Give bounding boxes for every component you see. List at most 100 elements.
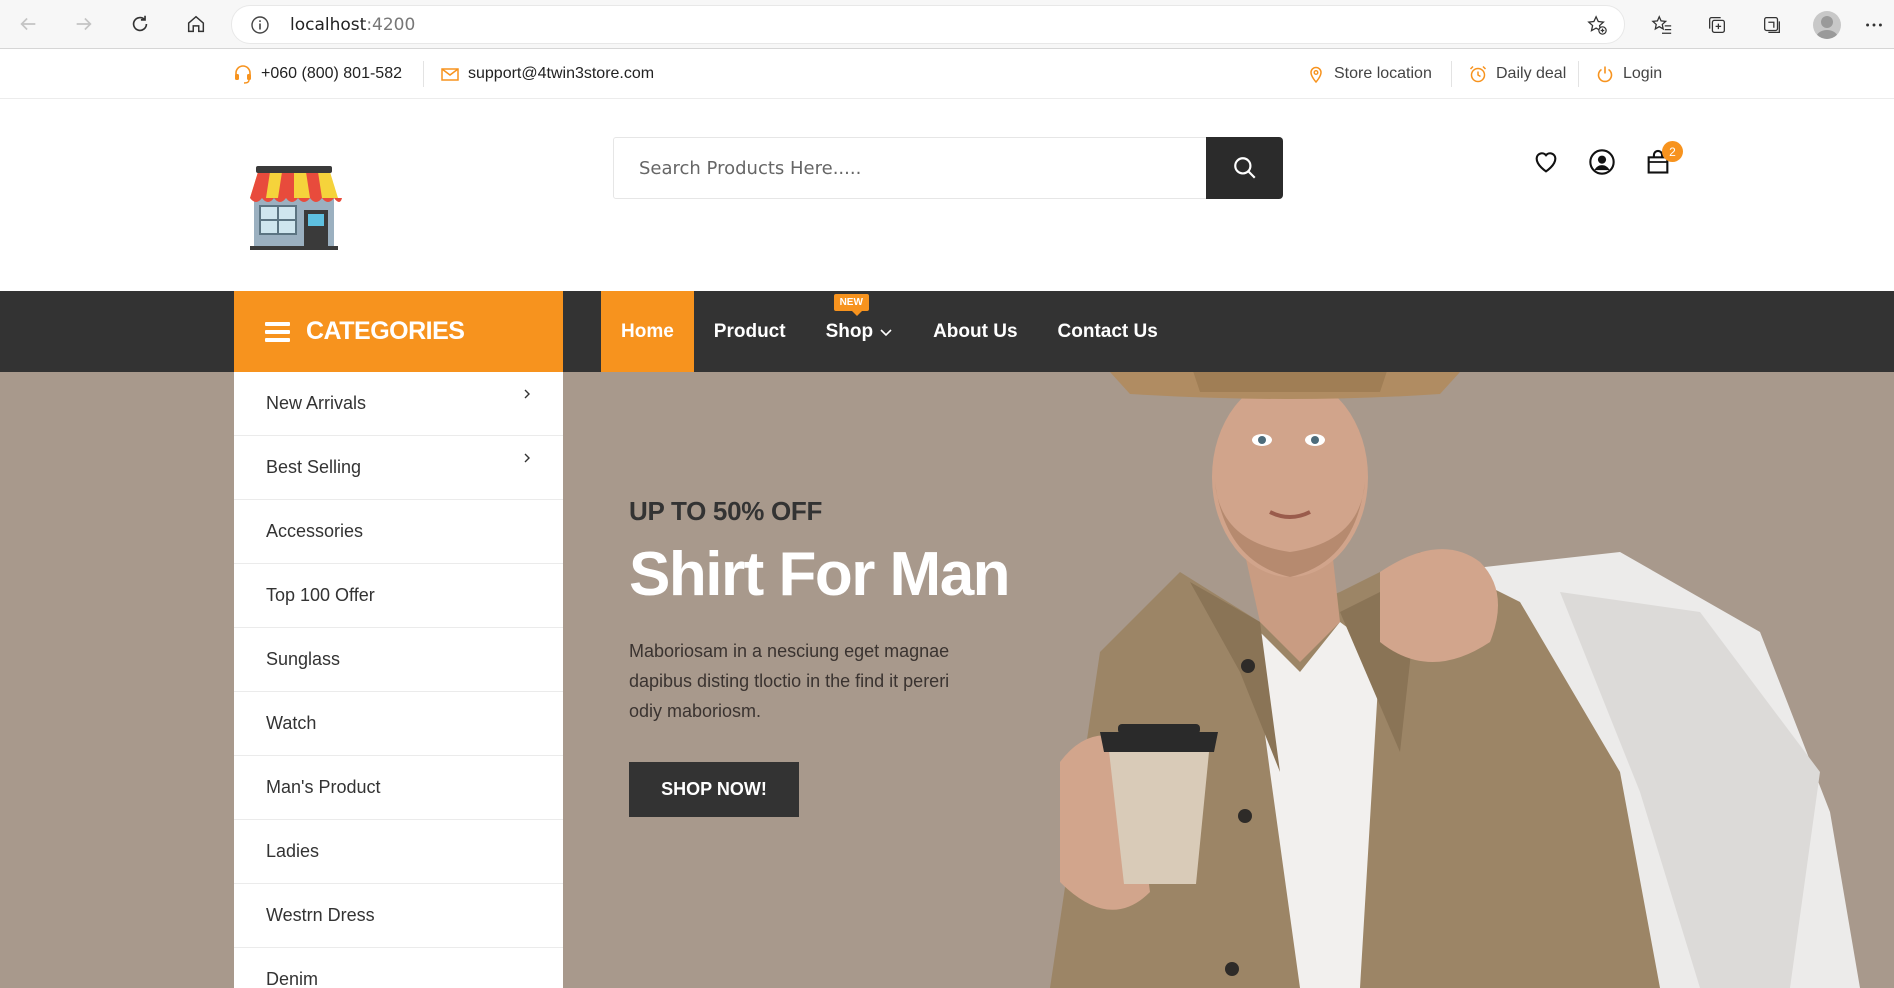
category-label: Man's Product [266,777,381,797]
category-item[interactable]: Accessories [234,500,563,564]
more-icon [1866,23,1882,26]
search-icon [1233,157,1256,179]
nav-home[interactable]: Home [601,291,694,372]
category-item[interactable]: Westrn Dress [234,884,563,948]
chevron-right-icon [524,389,530,399]
category-item[interactable]: Sunglass [234,628,563,692]
wishlist-button[interactable] [1518,148,1574,176]
category-item[interactable]: New Arrivals [234,372,563,436]
nav-label: About Us [933,320,1018,342]
nav-label: Contact Us [1057,320,1158,342]
product-search [613,137,1283,199]
nav-product[interactable]: Product [694,291,806,372]
refresh-icon [132,15,148,32]
favorites-button[interactable] [1634,14,1689,36]
address-bar[interactable]: localhost:4200 [232,6,1624,43]
login-link[interactable]: Login [1595,49,1662,99]
category-label: Accessories [266,521,364,541]
refresh-button[interactable] [112,0,168,49]
site-info-icon[interactable] [250,15,270,35]
category-label: Watch [266,713,317,733]
storefront-icon [250,166,342,250]
login-label: Login [1623,65,1663,82]
category-label: Top 100 Offer [266,585,375,605]
nav-shop[interactable]: NEW Shop [806,291,914,372]
category-list: New Arrivals Best Selling Accessories To… [234,372,563,988]
add-favorite-icon[interactable] [1586,14,1608,36]
header-icons: 2 [1518,141,1686,176]
category-item[interactable]: Watch [234,692,563,756]
store-location-link[interactable]: Store location [1306,49,1432,99]
categories-toggle[interactable]: CATEGORIES [234,291,563,372]
user-icon [1589,149,1615,175]
category-label: Westrn Dress [266,905,375,925]
category-label: New Arrivals [266,393,367,413]
home-button[interactable] [168,0,224,49]
nav-label: Home [621,320,674,342]
search-input[interactable] [614,138,1206,198]
category-item[interactable]: Top 100 Offer [234,564,563,628]
browser-toolbar: localhost:4200 [0,0,1894,49]
category-item[interactable]: Best Selling [234,436,563,500]
url-port: :4200 [366,14,416,35]
cart-button[interactable]: 2 [1630,141,1686,176]
back-button[interactable] [0,0,56,49]
main-navigation: CATEGORIES Home Product NEW Shop About U… [0,291,1894,372]
avatar [1812,10,1841,39]
cart-count-badge: 2 [1662,141,1683,162]
url-host: localhost [290,14,367,35]
url-text: localhost:4200 [290,15,415,35]
location-pin-icon [1310,66,1322,84]
divider [423,61,424,87]
collections-button[interactable] [1689,14,1744,36]
arrow-left-icon [20,17,36,31]
email-contact[interactable]: support@4twin3store.com [440,49,654,99]
category-item[interactable]: Ladies [234,820,563,884]
account-button[interactable] [1574,148,1630,176]
categories-label: CATEGORIES [306,317,465,345]
extensions-button[interactable] [1744,14,1799,36]
settings-menu-button[interactable] [1854,14,1894,36]
divider [1578,61,1579,87]
nav-label: Shop [825,320,874,342]
collections-icon [1708,16,1725,33]
promo-text: UP TO 50% OFF [629,496,823,526]
category-label: Best Selling [266,457,362,477]
category-item[interactable]: Denim [234,948,563,988]
top-info-bar: +060 (800) 801-582 support@4twin3store.c… [0,49,1894,99]
shop-now-button[interactable]: SHOP NOW! [629,762,799,817]
forward-button[interactable] [56,0,112,49]
category-item[interactable]: Man's Product [234,756,563,820]
hero-banner: New Arrivals Best Selling Accessories To… [0,372,1894,988]
favorites-icon [1650,14,1671,34]
category-label: Denim [266,969,319,988]
power-icon [1597,66,1613,83]
hamburger-icon [265,318,290,346]
nav-about-us[interactable]: About Us [913,291,1037,372]
home-icon [187,15,205,33]
nav-label: Product [713,320,786,342]
headset-icon [235,65,251,84]
profile-button[interactable] [1799,10,1854,39]
store-location-label: Store location [1334,65,1432,82]
hero-title: Shirt For Man [629,540,1011,609]
category-label: Ladies [266,841,320,861]
store-logo[interactable] [246,162,342,257]
arrow-right-icon [76,17,92,31]
daily-deal-label: Daily deal [1496,65,1567,82]
search-button[interactable] [1206,137,1283,199]
chevron-down-icon [880,328,892,336]
divider [1451,61,1452,87]
nav-contact-us[interactable]: Contact Us [1038,291,1178,372]
alarm-clock-icon [1469,65,1487,83]
chevron-right-icon [524,453,530,463]
extensions-icon [1763,16,1780,33]
mail-icon [441,68,459,81]
daily-deal-link[interactable]: Daily deal [1468,49,1566,99]
phone-number: +060 (800) 801-582 [261,65,402,82]
phone-contact[interactable]: +060 (800) 801-582 [233,49,402,99]
heart-icon [1535,152,1557,173]
new-badge: NEW [833,294,869,316]
email-address: support@4twin3store.com [468,65,655,82]
hero-description: Maboriosam in a nesciung eget magnae dap… [629,641,950,721]
